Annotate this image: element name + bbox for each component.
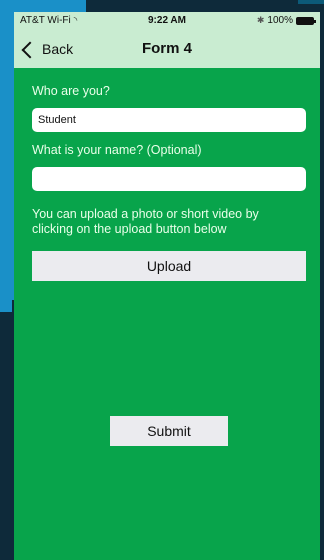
who-are-you-label: Who are you? — [32, 84, 110, 98]
battery-percent: 100% — [267, 15, 293, 26]
submit-button-label: Submit — [147, 423, 191, 439]
upload-button-label: Upload — [146, 258, 192, 274]
bluetooth-icon: ✱ — [256, 15, 265, 25]
upload-button[interactable]: Upload — [32, 251, 306, 281]
page-title: Form 4 — [141, 40, 192, 57]
who-are-you-field[interactable] — [32, 108, 306, 132]
battery-icon — [296, 16, 316, 25]
status-bar: AT&T Wi-Fi ◝ 9:22 AM ✱ 100% — [14, 12, 320, 30]
status-right: ✱ 100% — [256, 15, 316, 26]
name-label: What is your name? (Optional) — [32, 143, 202, 157]
phone-screen: AT&T Wi-Fi ◝ 9:22 AM ✱ 100% Back Form 4 W… — [14, 12, 320, 560]
background-accent — [298, 0, 324, 4]
upload-hint-text: You can upload a photo or short video by… — [32, 207, 259, 236]
navigation-bar: Back Form 4 — [14, 30, 320, 68]
name-field[interactable] — [32, 167, 306, 191]
background-accent — [0, 300, 12, 312]
submit-button[interactable]: Submit — [110, 416, 228, 446]
